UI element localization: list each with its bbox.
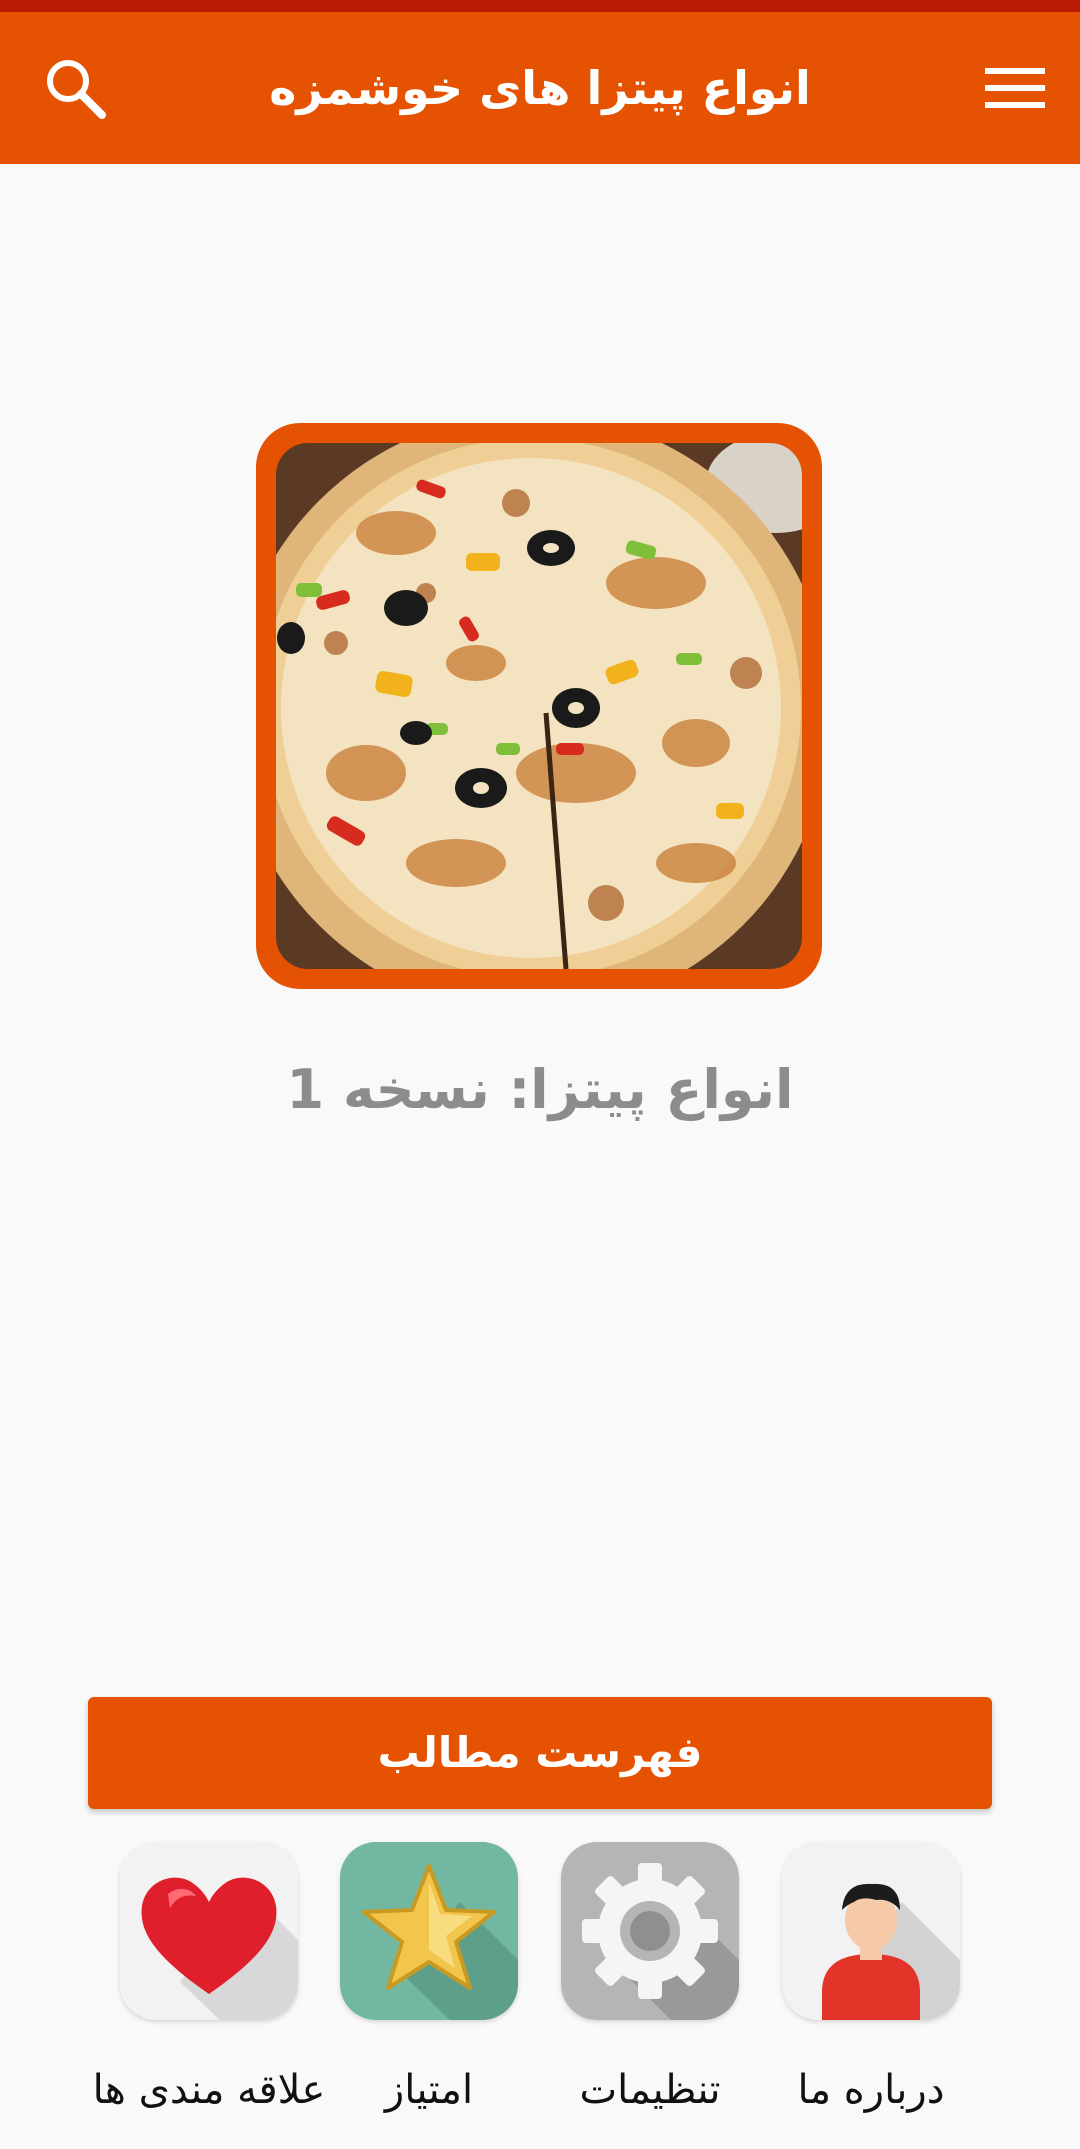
star-icon xyxy=(340,1842,518,2020)
settings-button[interactable] xyxy=(561,1842,739,2020)
app-bar: انواع پیتزا های خوشمزه xyxy=(0,12,1080,164)
version-text: انواع پیتزا: نسخه 1 xyxy=(286,1058,794,1121)
gear-icon xyxy=(561,1842,739,2020)
rate-button[interactable] xyxy=(340,1842,518,2020)
menu-button[interactable] xyxy=(980,53,1050,123)
heart-icon xyxy=(120,1842,298,2020)
user-avatar-icon xyxy=(782,1842,960,2020)
settings-label: تنظیمات xyxy=(579,2067,721,2113)
table-of-contents-button[interactable]: فهرست مطالب xyxy=(88,1697,992,1809)
search-button[interactable] xyxy=(40,53,110,123)
favorites-label: علاقه مندی ها xyxy=(92,2067,326,2113)
about-us-button[interactable] xyxy=(782,1842,960,2020)
pizza-photo xyxy=(276,443,802,969)
search-icon xyxy=(47,60,106,119)
rate-label: امتیاز xyxy=(384,2067,474,2113)
hero-image-frame xyxy=(256,423,822,989)
page-title: انواع پیتزا های خوشمزه xyxy=(269,61,811,115)
hamburger-menu-icon xyxy=(985,68,1045,108)
favorites-button[interactable] xyxy=(120,1842,298,2020)
about-us-label: درباره ما xyxy=(797,2067,945,2113)
status-bar xyxy=(0,0,1080,12)
